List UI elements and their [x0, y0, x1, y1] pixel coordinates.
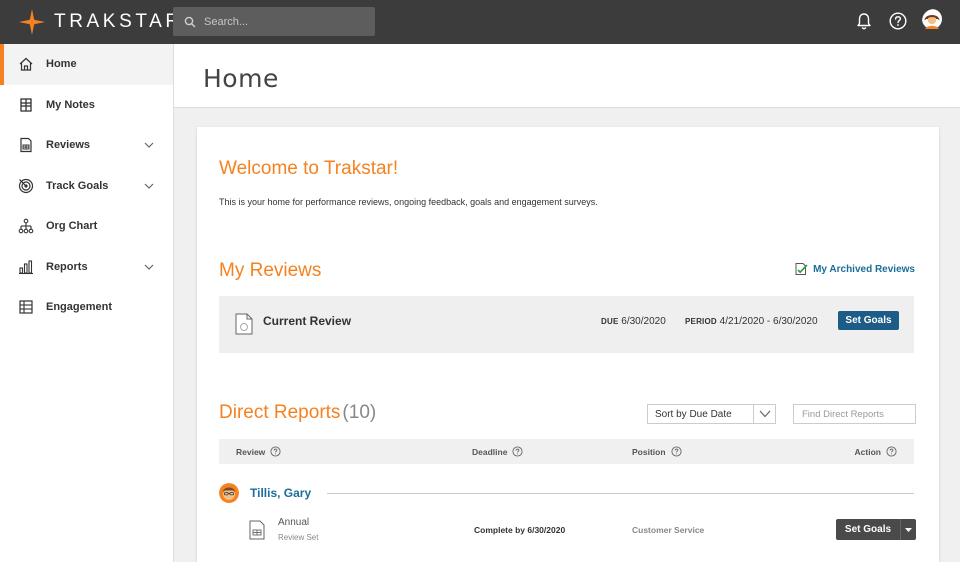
current-review-due: DUE 6/30/2020 — [601, 316, 666, 327]
chevron-down-icon — [759, 410, 770, 418]
notes-icon — [18, 97, 34, 113]
welcome-text: This is your home for performance review… — [219, 197, 598, 207]
column-review: Review — [236, 439, 281, 464]
current-review-title: Current Review — [263, 314, 352, 328]
trakstar-logo[interactable]: TRAKSTAR — [18, 8, 183, 36]
sidebar-item-label: Org Chart — [46, 220, 98, 233]
archived-reviews-link[interactable]: My Archived Reviews — [794, 262, 915, 276]
top-icons — [854, 9, 946, 33]
column-deadline: Deadline — [472, 439, 523, 464]
set-goals-split-button: Set Goals — [836, 519, 916, 540]
direct-reports-label: Direct Reports — [219, 402, 341, 423]
help-icon[interactable] — [512, 446, 523, 457]
action-dropdown-toggle[interactable] — [900, 519, 916, 540]
page-title: Home — [203, 64, 279, 93]
avatar[interactable] — [219, 483, 239, 503]
sidebar-item-label: Reports — [46, 260, 88, 273]
period-label: PERIOD — [685, 317, 717, 326]
review-name: Annual — [278, 517, 310, 528]
page-header: Home — [174, 44, 960, 108]
home-card: Welcome to Trakstar! This is your home f… — [197, 127, 939, 562]
person-name-link[interactable]: Tillis, Gary — [250, 486, 311, 500]
set-goals-button[interactable]: Set Goals — [838, 311, 899, 330]
archived-reviews-label: My Archived Reviews — [813, 263, 915, 275]
org-chart-icon — [18, 218, 34, 234]
search-icon — [184, 16, 196, 27]
chevron-down-icon[interactable] — [143, 180, 155, 192]
table-header: Review Deadline Position Action — [219, 439, 914, 464]
divider — [327, 492, 914, 494]
logo-text: TRAKSTAR — [54, 11, 183, 32]
current-review-row: Current Review DUE 6/30/2020 PERIOD 4/21… — [219, 296, 914, 353]
home-icon — [18, 56, 34, 72]
column-review-label: Review — [236, 446, 266, 457]
sidebar-item-label: Engagement — [46, 301, 113, 314]
help-icon[interactable] — [888, 11, 908, 31]
sort-chevron[interactable] — [753, 405, 775, 423]
set-goals-action-button[interactable]: Set Goals — [836, 519, 900, 540]
sidebar-item-reviews[interactable]: Reviews — [0, 125, 173, 166]
sidebar-item-engagement[interactable]: Engagement — [0, 287, 173, 328]
chevron-down-icon[interactable] — [143, 261, 155, 273]
sidebar: Home My Notes Reviews Track Goals Org Ch… — [0, 44, 174, 562]
sidebar-item-my-notes[interactable]: My Notes — [0, 85, 173, 126]
period-range: 4/21/2020 - 6/30/2020 — [719, 316, 818, 327]
review-deadline: Complete by 6/30/2020 — [474, 525, 566, 535]
sidebar-item-home[interactable]: Home — [0, 44, 173, 85]
sidebar-item-label: My Notes — [46, 98, 95, 111]
user-avatar[interactable] — [922, 9, 946, 33]
my-reviews-title: My Reviews — [219, 260, 322, 281]
star-logo-icon — [19, 9, 45, 35]
top-bar: TRAKSTAR — [0, 0, 960, 44]
direct-reports-count: (10) — [342, 402, 377, 423]
reviews-icon — [18, 137, 34, 153]
bar-chart-icon — [18, 259, 34, 275]
sidebar-item-org-chart[interactable]: Org Chart — [0, 206, 173, 247]
user-avatar-icon — [922, 9, 942, 29]
help-icon[interactable] — [670, 446, 682, 457]
target-icon — [18, 178, 34, 194]
column-deadline-label: Deadline — [472, 446, 508, 457]
sidebar-item-track-goals[interactable]: Track Goals — [0, 166, 173, 207]
review-document-icon — [235, 313, 253, 335]
caret-down-icon — [905, 527, 912, 532]
help-icon[interactable] — [270, 446, 281, 457]
sort-select[interactable]: Sort by Due Date — [647, 404, 776, 424]
search-box[interactable] — [173, 7, 375, 36]
review-set-icon — [249, 520, 265, 540]
find-direct-reports-input[interactable] — [793, 404, 916, 424]
welcome-title: Welcome to Trakstar! — [219, 158, 399, 179]
due-label: DUE — [601, 317, 619, 326]
sort-select-value: Sort by Due Date — [655, 408, 732, 420]
help-icon[interactable] — [886, 446, 897, 457]
chevron-down-icon[interactable] — [143, 139, 155, 151]
sidebar-item-label: Reviews — [46, 139, 91, 152]
engagement-icon — [18, 299, 34, 315]
due-date: 6/30/2020 — [621, 316, 666, 327]
person-avatar-icon — [219, 483, 239, 503]
sidebar-item-label: Home — [46, 58, 77, 71]
sidebar-item-reports[interactable]: Reports — [0, 247, 173, 288]
column-action: Action — [855, 439, 897, 464]
column-position: Position — [632, 439, 682, 464]
review-subtitle: Review Set — [278, 533, 319, 542]
direct-reports-title: Direct Reports (10) — [219, 402, 376, 424]
column-action-label: Action — [854, 446, 881, 457]
column-position-label: Position — [632, 446, 666, 457]
archive-check-icon — [795, 263, 808, 275]
direct-report-person: Tillis, Gary — [219, 481, 914, 505]
bell-icon[interactable] — [854, 11, 874, 31]
current-review-period: PERIOD 4/21/2020 - 6/30/2020 — [685, 316, 818, 327]
sidebar-item-label: Track Goals — [46, 179, 109, 192]
search-input[interactable] — [204, 15, 364, 28]
review-position: Customer Service — [632, 525, 705, 535]
